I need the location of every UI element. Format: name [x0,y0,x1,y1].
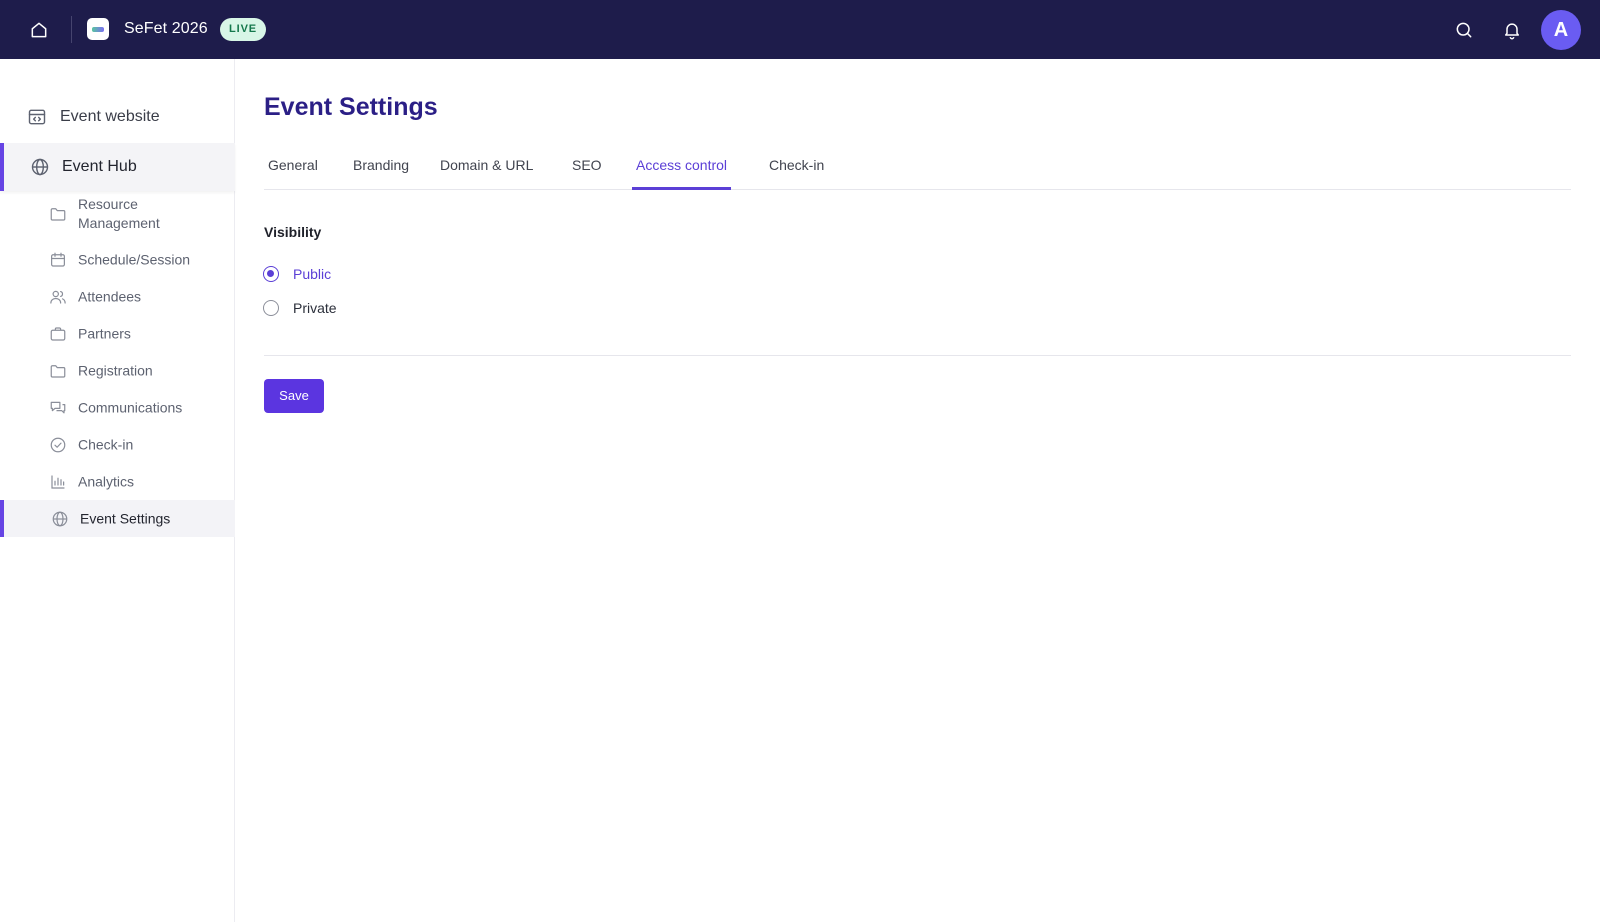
sidebar-item-event-settings[interactable]: Event Settings [0,500,235,537]
sidebar-item-resource-management[interactable]: Resource Management [0,191,235,237]
private-radio[interactable] [263,300,279,316]
home-icon [31,22,47,38]
sidebar-item-label: Check-in [78,436,134,452]
public-radio[interactable] [263,266,279,282]
event-logo [87,18,109,40]
sidebar-item-label: Event website [60,108,160,125]
save-button[interactable]: Save [264,379,324,413]
bell-icon [1505,23,1519,40]
tab-check-in[interactable]: Check-in [765,148,828,190]
sidebar-item-label: Partners [78,325,131,341]
sidebar-item-label: Resource Management [78,196,160,231]
check-circle-icon [48,435,68,455]
settings-tabs: General Branding Domain & URL SEO Access… [264,148,1571,190]
bar-chart-icon [48,472,68,492]
folder-icon [48,204,68,224]
live-status-badge: LIVE [220,18,267,41]
calendar-icon [48,250,68,270]
private-radio-label: Private [293,300,337,316]
public-radio-label: Public [293,266,332,282]
sidebar-item-event-hub[interactable]: Event Hub [0,143,235,191]
sidebar-item-label: Schedule/Session [78,251,191,267]
top-divider [71,16,72,43]
search-icon [1456,22,1472,38]
globe-icon [50,509,70,529]
visibility-option-private[interactable]: Private [263,300,337,316]
sidebar-item-partners[interactable]: Partners [0,315,235,352]
top-bar: SeFet 2026 LIVE A [0,0,1600,59]
sidebar-item-event-website[interactable]: Event website [0,91,235,143]
folder-icon [48,361,68,381]
sidebar-item-label: Analytics [78,473,135,489]
chat-icon [48,398,68,418]
sidebar-item-label: Event Settings [80,510,171,526]
website-icon [27,107,47,127]
search-button[interactable] [1451,17,1477,43]
visibility-label: Visibility [264,224,322,240]
sidebar: Event website Event Hub Resource Managem… [0,59,235,922]
page-title: Event Settings [264,93,438,121]
globe-icon [30,157,50,177]
sidebar-item-label: Registration [78,362,153,378]
tab-branding[interactable]: Branding [349,148,413,190]
sidebar-item-registration[interactable]: Registration [0,352,235,389]
sidebar-item-schedule-session[interactable]: Schedule/Session [0,241,235,278]
form-divider [264,355,1571,356]
sidebar-item-label: Communications [78,399,183,415]
tab-domain-url[interactable]: Domain & URL [436,148,537,190]
tab-general[interactable]: General [264,148,322,190]
sidebar-item-label: Event Hub [62,158,137,175]
event-name[interactable]: SeFet 2026 [124,20,208,38]
visibility-option-public[interactable]: Public [263,266,331,282]
tab-access-control[interactable]: Access control [632,148,732,190]
user-avatar[interactable]: A [1541,10,1581,50]
sidebar-item-analytics[interactable]: Analytics [0,463,235,500]
notifications-button[interactable] [1499,17,1525,43]
sidebar-item-label: Attendees [78,288,142,304]
sidebar-item-attendees[interactable]: Attendees [0,278,235,315]
users-icon [48,287,68,307]
sidebar-item-check-in[interactable]: Check-in [0,426,235,463]
tab-seo[interactable]: SEO [568,148,606,190]
sidebar-item-communications[interactable]: Communications [0,389,235,426]
home-button[interactable] [26,17,52,43]
briefcase-icon [48,324,68,344]
